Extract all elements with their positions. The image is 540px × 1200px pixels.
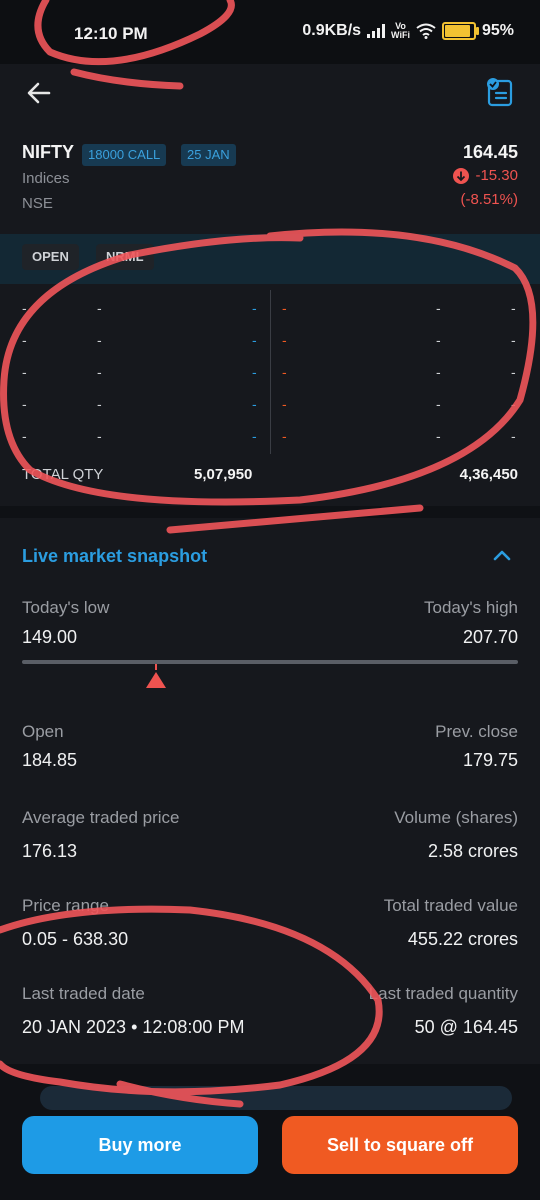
- chevron-up-icon[interactable]: [492, 548, 512, 562]
- day-range-tick: [154, 664, 157, 670]
- depth-ask-qty: -: [282, 332, 287, 348]
- volume-value: 2.58 crores: [427, 841, 518, 861]
- depth-ask-qty: -: [282, 364, 287, 380]
- depth-bid-price: -: [22, 300, 27, 316]
- depth-ask-price: -: [511, 364, 516, 380]
- prev-close-label: Prev. close: [435, 722, 518, 741]
- strike-tag: 18000 CALL: [82, 144, 167, 166]
- total-qty-label: TOTAL QTY: [22, 466, 104, 483]
- depth-ask-orders: -: [436, 364, 441, 380]
- last-date-value: 20 JAN 2023 • 12:08:00 PM: [22, 1017, 245, 1037]
- todays-high-label: Today's high: [424, 598, 518, 617]
- depth-bid-qty: -: [252, 332, 257, 348]
- instrument-segment: Indices: [22, 170, 70, 187]
- depth-ask-orders: -: [436, 332, 441, 348]
- volume-label: Volume (shares): [394, 808, 518, 827]
- battery-icon: [441, 22, 479, 40]
- total-ask-qty: 4,36,450: [459, 466, 518, 483]
- price-range-value: 0.05 - 638.30: [22, 929, 129, 949]
- snapshot-title[interactable]: Live market snapshot: [22, 546, 207, 567]
- status-right: 0.9KB/s Vo WiFi 95%: [302, 22, 514, 40]
- depth-ask-price: -: [511, 428, 516, 444]
- depth-ask-qty: -: [282, 428, 287, 444]
- depth-bid-price: -: [22, 428, 27, 444]
- instrument-exchange: NSE: [22, 195, 53, 212]
- depth-orders: -: [97, 332, 102, 348]
- todays-low-label: Today's low: [22, 598, 110, 617]
- tag-open: OPEN: [22, 244, 79, 270]
- change-percent: (-8.51%): [460, 191, 518, 208]
- product-strip: OPEN NRML: [0, 234, 540, 284]
- total-value-value: 455.22 crores: [407, 929, 518, 949]
- instrument-summary: NIFTY 18000 CALL 25 JAN Indices NSE 164.…: [0, 124, 540, 234]
- status-time: 12:10 PM: [74, 24, 148, 43]
- open-label: Open: [22, 722, 64, 741]
- depth-ask-price: -: [511, 332, 516, 348]
- todays-low-value: 149.00: [22, 627, 78, 647]
- last-traded-price: 164.45: [462, 142, 518, 162]
- depth-ask-qty: -: [282, 396, 287, 412]
- avg-price-label: Average traded price: [22, 808, 180, 827]
- day-range-bar: [22, 660, 518, 664]
- total-value-label: Total traded value: [383, 896, 518, 915]
- down-arrow-icon: [453, 167, 470, 184]
- collapsed-panel-edge: [40, 1086, 512, 1110]
- open-value: 184.85: [22, 750, 78, 770]
- order-document-icon[interactable]: [484, 76, 516, 108]
- depth-ask-orders: -: [436, 396, 441, 412]
- sell-square-off-button[interactable]: Sell to square off: [282, 1116, 518, 1174]
- depth-bid-qty: -: [252, 428, 257, 444]
- depth-row: ------: [0, 428, 540, 448]
- network-speed: 0.9KB/s: [302, 22, 362, 39]
- status-bar: 12:10 PM 0.9KB/s Vo WiFi 95%: [0, 0, 540, 64]
- avg-price-value: 176.13: [22, 841, 78, 861]
- depth-bid-price: -: [22, 396, 27, 412]
- depth-row: ------: [0, 300, 540, 320]
- day-range-marker: [145, 672, 166, 688]
- depth-orders: -: [97, 428, 102, 444]
- price-range-label: Price range: [22, 896, 109, 915]
- back-arrow-icon[interactable]: [24, 78, 54, 108]
- depth-orders: -: [97, 364, 102, 380]
- signal-icon: [367, 24, 386, 38]
- vowifi-icon: Vo WiFi: [391, 21, 410, 40]
- action-bar: Buy more Sell to square off: [0, 1064, 540, 1200]
- total-bid-qty: 5,07,950: [194, 466, 253, 483]
- depth-ask-orders: -: [436, 428, 441, 444]
- depth-ask-price: -: [511, 396, 516, 412]
- depth-row: ------: [0, 396, 540, 416]
- battery-percent: 95%: [481, 22, 514, 39]
- last-qty-label: Last traded quantity: [368, 984, 518, 1003]
- depth-bid-qty: -: [252, 300, 257, 316]
- buy-more-button[interactable]: Buy more: [22, 1116, 258, 1174]
- prev-close-value: 179.75: [462, 750, 518, 770]
- market-depth: - - - - - - - - - - - - - - - - - - - - - - - - - - - - - - TOTAL QTY…: [0, 284, 540, 506]
- wifi-icon: [416, 23, 436, 39]
- depth-bid-price: -: [22, 364, 27, 380]
- depth-bid-price: -: [22, 332, 27, 348]
- market-snapshot-card: Live market snapshot Today's low Today's…: [0, 518, 540, 1064]
- price-change: -15.30: [453, 167, 518, 184]
- depth-ask-orders: -: [436, 300, 441, 316]
- change-value: -15.30: [475, 167, 518, 184]
- depth-bid-qty: -: [252, 396, 257, 412]
- last-date-label: Last traded date: [22, 984, 145, 1003]
- depth-orders: -: [97, 396, 102, 412]
- depth-orders: -: [97, 300, 102, 316]
- todays-high-value: 207.70: [462, 627, 518, 647]
- app-header: [0, 64, 540, 124]
- instrument-symbol: NIFTY: [22, 142, 74, 162]
- depth-row: ------: [0, 332, 540, 352]
- depth-ask-price: -: [511, 300, 516, 316]
- last-qty-value: 50 @ 164.45: [414, 1017, 518, 1037]
- depth-row: ------: [0, 364, 540, 384]
- tag-nrml: NRML: [96, 244, 154, 270]
- depth-bid-qty: -: [252, 364, 257, 380]
- expiry-tag: 25 JAN: [181, 144, 236, 166]
- depth-ask-qty: -: [282, 300, 287, 316]
